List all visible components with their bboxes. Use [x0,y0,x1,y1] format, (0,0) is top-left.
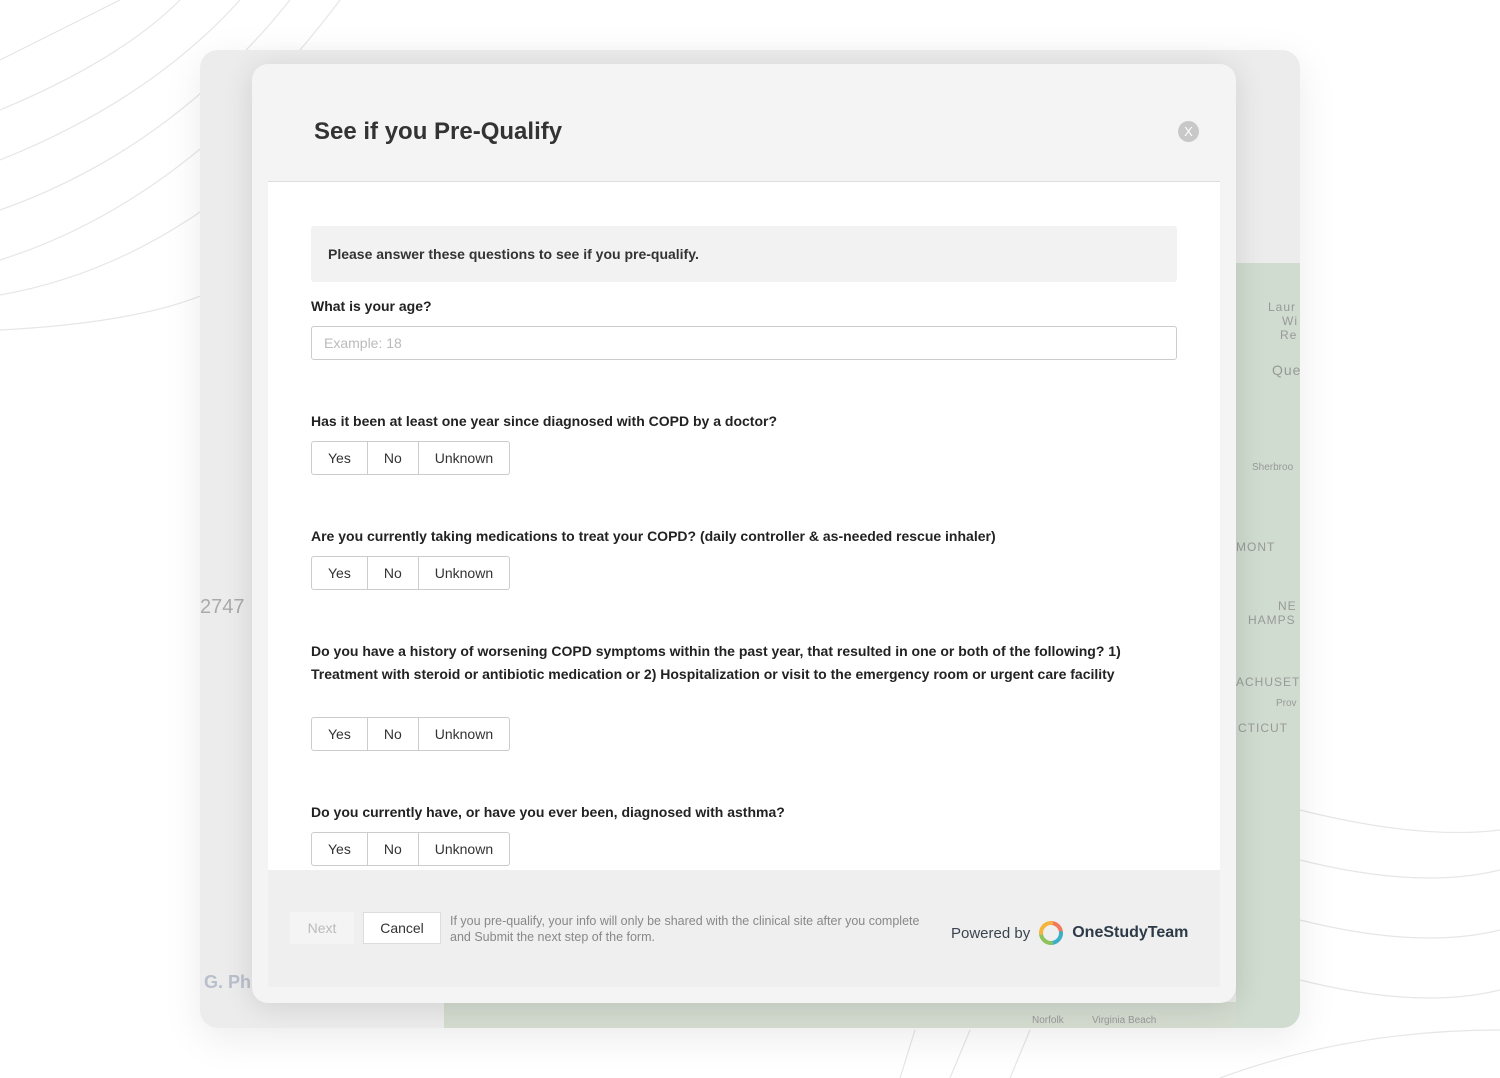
no-button[interactable]: No [366,832,419,866]
no-button[interactable]: No [366,556,419,590]
privacy-note: If you pre-qualify, your info will only … [450,914,920,944]
powered-by: Powered by OneStudyTeam [951,920,1188,946]
onestudyteam-logo-icon [1039,921,1064,945]
age-input[interactable] [311,326,1177,360]
map-label: Laur [1268,300,1297,314]
prequalify-modal: See if you Pre-Qualify X Please answer t… [252,64,1236,1003]
age-label: What is your age? [311,298,432,314]
modal-footer: Next Cancel If you pre-qualify, your inf… [268,870,1220,987]
map-label: Re [1280,328,1298,342]
powered-by-label: Powered by [951,924,1031,942]
map-label: Prov [1276,698,1297,709]
question-3-options: Yes No Unknown [311,717,511,751]
unknown-button[interactable]: Unknown [417,441,511,475]
question-1-label: Has it been at least one year since diag… [311,413,778,429]
next-button[interactable]: Next [290,912,354,944]
background-number: 2747 [200,596,245,618]
modal-title: See if you Pre-Qualify [314,118,563,145]
unknown-button[interactable]: Unknown [417,832,511,866]
close-icon[interactable]: X [1178,121,1199,142]
yes-button[interactable]: Yes [311,832,368,866]
yes-button[interactable]: Yes [311,717,368,751]
map-label: NE [1278,599,1297,613]
no-button[interactable]: No [366,717,419,751]
map-label: Sherbroo [1252,462,1294,473]
question-2-label: Are you currently taking medications to … [311,528,996,544]
question-2-options: Yes No Unknown [311,556,511,590]
map-label: Wi [1282,314,1298,328]
unknown-button[interactable]: Unknown [417,556,511,590]
unknown-button[interactable]: Unknown [417,717,511,751]
intro-text: Please answer these questions to see if … [311,226,1177,282]
map-label: HAMPS [1248,613,1296,627]
no-button[interactable]: No [366,441,419,475]
modal-body: Please answer these questions to see if … [268,181,1220,870]
map-label: ACHUSET [1236,675,1300,689]
map-label: Virginia Beach [1092,1015,1157,1026]
yes-button[interactable]: Yes [311,441,368,475]
map-label: CTICUT [1238,721,1288,735]
question-4-label: Do you currently have, or have you ever … [311,804,785,820]
question-3-label: Do you have a history of worsening COPD … [311,643,1121,682]
map-label: MONT [1236,540,1276,554]
background-text: G. Ph [204,972,252,992]
cancel-button[interactable]: Cancel [363,912,441,944]
brand-name: OneStudyTeam [1072,924,1189,941]
yes-button[interactable]: Yes [311,556,368,590]
map-label: Que [1272,362,1300,378]
question-1-options: Yes No Unknown [311,441,511,475]
map-label: Norfolk [1032,1015,1064,1026]
question-4-options: Yes No Unknown [311,832,511,866]
